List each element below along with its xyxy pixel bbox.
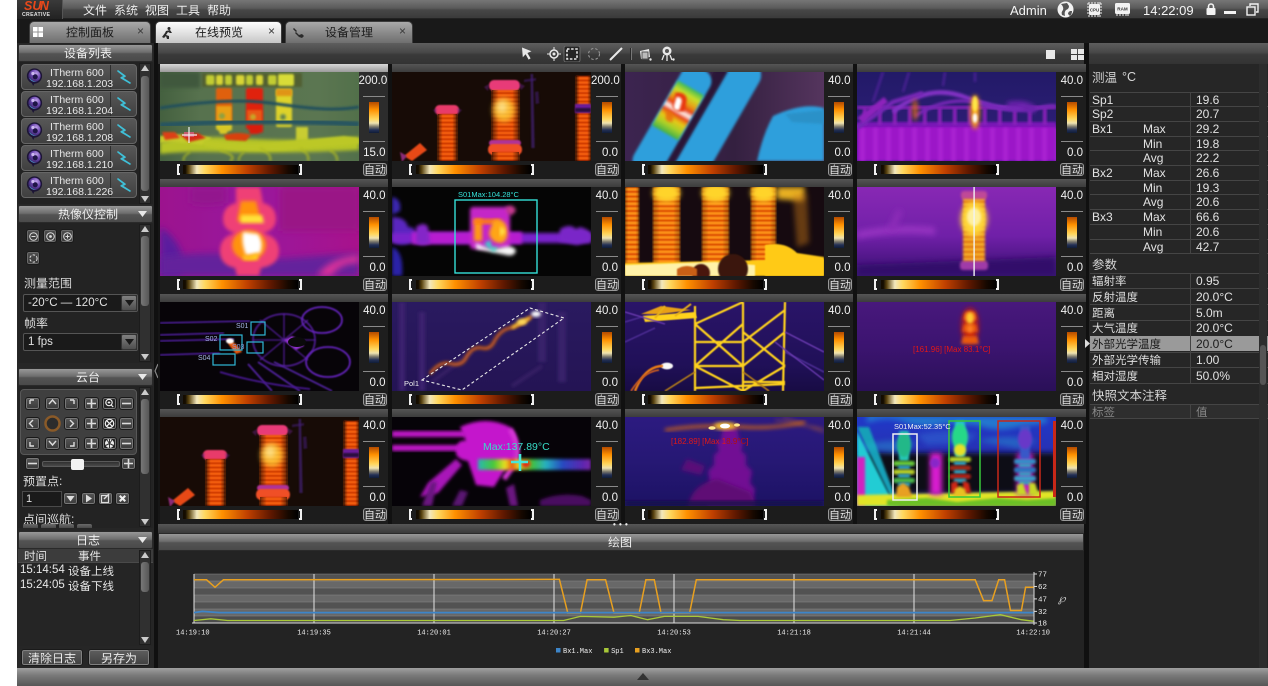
- svg-text:14:21:18: 14:21:18: [777, 630, 811, 638]
- svg-text:[161.96] [Max 83.1°C]: [161.96] [Max 83.1°C]: [913, 345, 990, 354]
- svg-text:77: 77: [1038, 572, 1047, 580]
- svg-text:Bx3.Max: Bx3.Max: [642, 648, 671, 656]
- svg-text:32: 32: [1038, 609, 1047, 617]
- svg-text:14:19:10: 14:19:10: [176, 630, 210, 638]
- svg-text:S01: S01: [236, 323, 249, 330]
- svg-text:S01Max:104.28°C: S01Max:104.28°C: [458, 190, 520, 199]
- svg-text:Sp1: Sp1: [611, 648, 624, 656]
- svg-text:Max:137.89°C: Max:137.89°C: [483, 441, 550, 453]
- svg-text:Bx1.Max: Bx1.Max: [563, 648, 592, 656]
- svg-text:14:20:01: 14:20:01: [417, 630, 451, 638]
- svg-text:RAM: RAM: [1117, 7, 1128, 12]
- svg-text:CPU: CPU: [1090, 8, 1099, 13]
- svg-text:Pol1: Pol1: [404, 379, 419, 388]
- svg-text:℘: ℘: [1058, 593, 1067, 605]
- svg-text:S01Max:52.35°C: S01Max:52.35°C: [894, 422, 951, 431]
- svg-text:14:21:44: 14:21:44: [897, 630, 931, 638]
- svg-text:62: 62: [1038, 584, 1047, 592]
- svg-text:14:19:35: 14:19:35: [297, 630, 331, 638]
- svg-text:18: 18: [1038, 621, 1047, 629]
- svg-text:14:22:10: 14:22:10: [1016, 630, 1050, 638]
- svg-text:47: 47: [1038, 596, 1047, 604]
- svg-text:S04: S04: [198, 355, 211, 362]
- svg-text:14:20:53: 14:20:53: [657, 630, 691, 638]
- svg-text:14:20:27: 14:20:27: [537, 630, 571, 638]
- svg-text:S03: S03: [232, 344, 245, 351]
- svg-text:S02: S02: [205, 336, 218, 343]
- svg-text:[182.89] [Max 18.9°C]: [182.89] [Max 18.9°C]: [671, 437, 749, 446]
